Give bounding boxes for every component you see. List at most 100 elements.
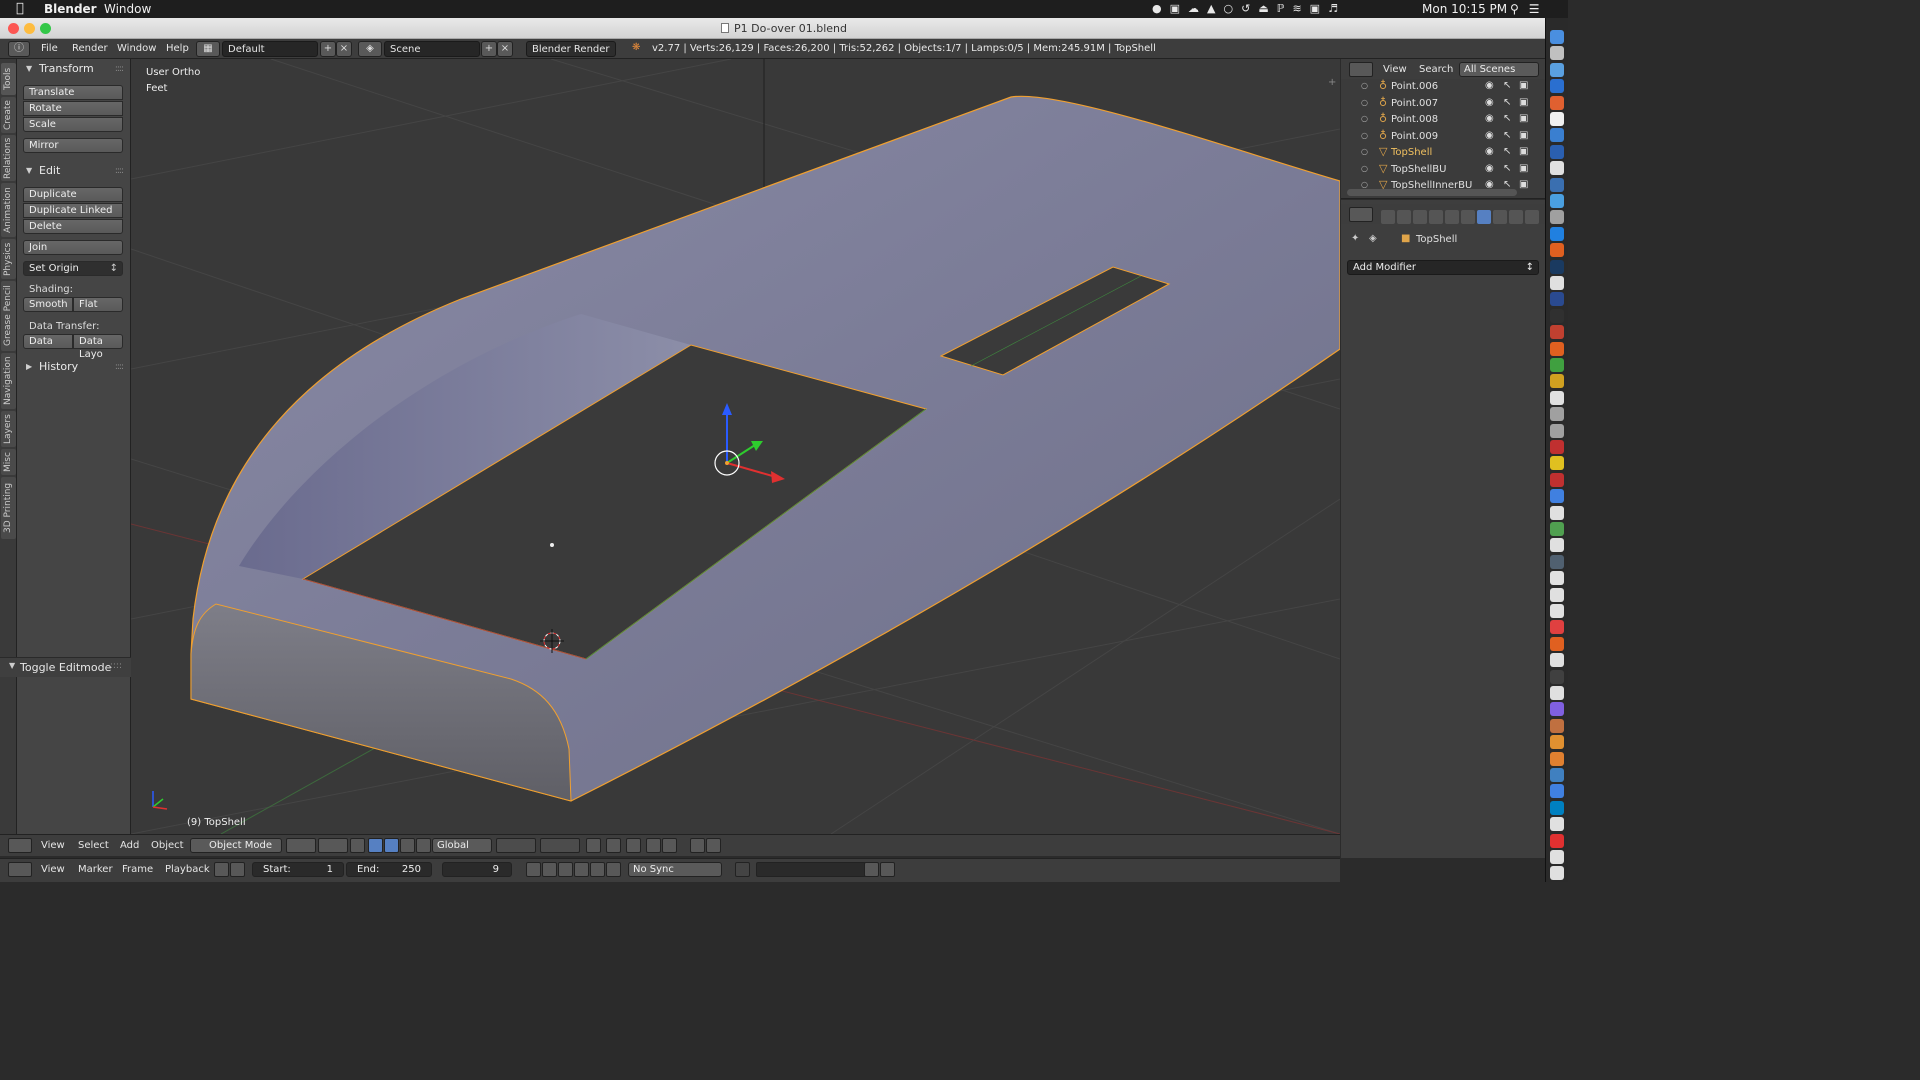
interaction-mode-select[interactable]: Object Mode xyxy=(190,838,282,853)
lock-layers-icon[interactable] xyxy=(586,838,601,853)
selectability-cursor-icon[interactable]: ↖ xyxy=(1503,146,1511,157)
dock-app-icon[interactable] xyxy=(1550,194,1564,208)
record-keyframe-icon[interactable] xyxy=(735,862,750,877)
add-modifier-select[interactable]: Add Modifier ↕ xyxy=(1347,260,1539,275)
sync-mode-select[interactable]: No Sync xyxy=(628,862,722,877)
duplicate-button[interactable]: Duplicate xyxy=(23,187,123,202)
editor-type-timeline-icon[interactable] xyxy=(8,862,32,877)
timeline-view-menu[interactable]: View xyxy=(41,864,65,875)
material-tab-icon[interactable] xyxy=(1509,210,1523,224)
layers-grid-a[interactable] xyxy=(496,838,536,853)
outliner-row[interactable]: ○ ♁ Point.007 ◉ ↖ ▣ xyxy=(1341,96,1537,112)
dock-app-icon[interactable] xyxy=(1550,30,1564,44)
mirror-button[interactable]: Mirror xyxy=(23,138,123,153)
insert-keyframe-icon[interactable] xyxy=(864,862,879,877)
selectability-cursor-icon[interactable]: ↖ xyxy=(1503,163,1511,174)
tab-navigation[interactable]: Navigation xyxy=(1,353,16,409)
shade-smooth-button[interactable]: Smooth xyxy=(23,297,73,312)
lock-time-cursor-icon[interactable] xyxy=(230,862,245,877)
proportional-edit-icon[interactable] xyxy=(606,838,621,853)
add-menu[interactable]: Add xyxy=(120,840,139,851)
duplicate-linked-button[interactable]: Duplicate Linked xyxy=(23,203,123,218)
delete-keyframe-icon[interactable] xyxy=(880,862,895,877)
dock-app-icon[interactable] xyxy=(1550,505,1564,520)
tab-physics[interactable]: Physics xyxy=(1,239,16,279)
rotate-manipulator-icon[interactable] xyxy=(384,838,399,853)
opengl-render-animation-icon[interactable] xyxy=(706,838,721,853)
layers-grid-b[interactable] xyxy=(540,838,580,853)
outliner-row-name[interactable]: Point.007 xyxy=(1391,98,1438,109)
dock-app-icon[interactable] xyxy=(1550,784,1564,799)
proportional-falloff-icon[interactable] xyxy=(626,838,641,853)
dock-app-icon[interactable] xyxy=(1550,226,1564,241)
expand-icon[interactable]: ○ xyxy=(1361,180,1368,189)
dock-app-icon[interactable] xyxy=(1550,374,1564,389)
editor-type-3d-view-icon[interactable] xyxy=(8,838,32,853)
outliner-row[interactable]: ○ ♁ Point.006 ◉ ↖ ▣ xyxy=(1341,79,1537,95)
outliner-search-menu[interactable]: Search xyxy=(1419,64,1453,75)
shade-flat-button[interactable]: Flat xyxy=(73,297,123,312)
dock-app-icon[interactable] xyxy=(1550,440,1564,454)
screen-layout-icon[interactable]: ▦ xyxy=(196,41,220,57)
dock-app-icon[interactable] xyxy=(1550,358,1564,372)
dock-app-icon[interactable] xyxy=(1550,768,1564,782)
minimize-window-button[interactable] xyxy=(24,23,35,34)
dock-app-icon[interactable] xyxy=(1550,341,1564,356)
panel-grip-icon[interactable]: :::: xyxy=(115,162,124,180)
constraints-tab-icon[interactable] xyxy=(1461,210,1475,224)
dock-app-icon[interactable] xyxy=(1550,522,1564,536)
zoom-window-button[interactable] xyxy=(40,23,51,34)
dock-app-icon[interactable] xyxy=(1550,653,1564,668)
texture-tab-icon[interactable] xyxy=(1525,210,1539,224)
preview-range-icon[interactable] xyxy=(214,862,229,877)
jump-to-end-icon[interactable] xyxy=(606,862,621,877)
app-menu[interactable]: Blender xyxy=(44,2,97,16)
dock-app-icon[interactable] xyxy=(1550,751,1564,766)
visibility-eye-icon[interactable]: ◉ xyxy=(1485,146,1494,157)
outliner-row[interactable]: ○ ▽ TopShell ◉ ↖ ▣ xyxy=(1341,145,1537,161)
menu-file[interactable]: File xyxy=(41,43,58,54)
transform-panel-header[interactable]: ▼ Transform :::: xyxy=(17,60,131,78)
timeline-frame-menu[interactable]: Frame xyxy=(122,864,153,875)
join-button[interactable]: Join xyxy=(23,240,123,255)
timeline-playback-menu[interactable]: Playback xyxy=(165,864,210,875)
creative-cloud-icon[interactable]: ● xyxy=(1152,2,1162,15)
chat-icon[interactable]: ○ xyxy=(1223,2,1233,15)
apple-menu-icon[interactable]:  xyxy=(16,1,24,16)
editor-type-outliner-icon[interactable] xyxy=(1349,62,1373,77)
renderability-camera-icon[interactable]: ▣ xyxy=(1519,97,1528,108)
scene-select[interactable]: Scene xyxy=(384,41,480,57)
data-transfer-button[interactable]: Data xyxy=(23,334,73,349)
screen-layout-select[interactable]: Default xyxy=(222,41,318,57)
dock-app-icon[interactable] xyxy=(1550,243,1564,258)
viewport-shading-select[interactable] xyxy=(286,838,316,853)
cloud-icon[interactable]: ☁ xyxy=(1188,2,1199,15)
menu-help[interactable]: Help xyxy=(166,43,189,54)
outliner-row-name[interactable]: TopShellBU xyxy=(1391,164,1446,175)
translate-button[interactable]: Translate xyxy=(23,85,123,100)
transform-orientation-select[interactable]: Global xyxy=(432,838,492,853)
dock-app-icon[interactable] xyxy=(1550,817,1564,832)
dock-app-icon[interactable] xyxy=(1550,95,1564,110)
close-window-button[interactable] xyxy=(8,23,19,34)
add-layout-icon[interactable]: + xyxy=(320,41,336,57)
play-reverse-icon[interactable] xyxy=(558,862,573,877)
expand-icon[interactable]: ○ xyxy=(1361,81,1368,90)
current-frame-field[interactable]: 9 xyxy=(442,862,512,877)
render-tab-icon[interactable] xyxy=(1381,210,1395,224)
dock-app-icon[interactable] xyxy=(1550,390,1564,405)
dock-app-icon[interactable] xyxy=(1550,46,1564,61)
scene-icon[interactable]: ◈ xyxy=(358,41,382,57)
selectability-cursor-icon[interactable]: ↖ xyxy=(1503,130,1511,141)
dock-app-icon[interactable] xyxy=(1550,735,1564,750)
view-menu[interactable]: View xyxy=(41,840,65,851)
dock-app-icon[interactable] xyxy=(1550,800,1564,815)
modifiers-tab-icon[interactable] xyxy=(1477,210,1491,224)
dock-app-icon[interactable] xyxy=(1550,292,1564,307)
opengl-render-image-icon[interactable] xyxy=(690,838,705,853)
dock-app-icon[interactable] xyxy=(1550,718,1564,733)
edit-panel-header[interactable]: ▼ Edit :::: xyxy=(17,162,131,180)
tab-3d-printing[interactable]: 3D Printing xyxy=(1,477,16,539)
world-tab-icon[interactable] xyxy=(1429,210,1443,224)
dock-app-icon[interactable] xyxy=(1550,128,1564,143)
